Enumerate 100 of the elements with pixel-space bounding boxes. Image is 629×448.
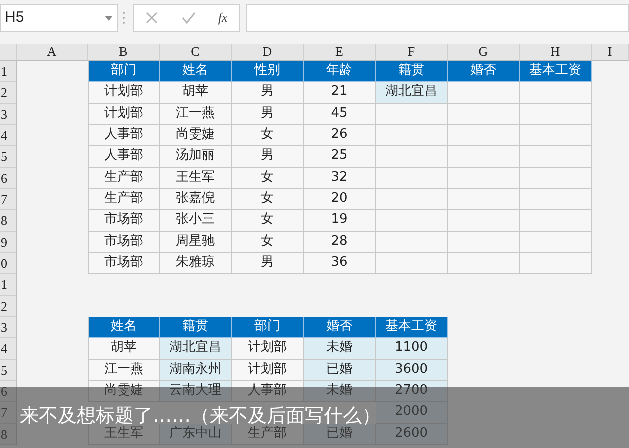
table-cell: 市场部: [88, 210, 160, 232]
table-cell: 湖北宜昌: [376, 82, 448, 104]
table-cell: 3600: [376, 360, 448, 381]
table-cell: 生产部: [88, 188, 160, 210]
table-cell: 计划部: [232, 338, 304, 360]
header-cell: 籍贯: [376, 61, 448, 82]
row-header[interactable]: 5: [0, 360, 17, 381]
table-cell: 尚雯婕: [88, 380, 160, 402]
table-cell: 计划部: [232, 360, 304, 381]
column-header[interactable]: H: [520, 44, 592, 61]
table-cell: 45: [304, 104, 376, 125]
table-cell: 未婚: [304, 380, 376, 402]
table-cell: 2700: [376, 380, 448, 402]
table-cell: 广东中山: [160, 424, 232, 445]
formula-input[interactable]: [246, 4, 629, 32]
header-cell: 部门: [232, 316, 304, 338]
table-cell: 生产部: [232, 424, 304, 445]
table-cell: 湖南永州: [160, 360, 232, 381]
insert-function-button[interactable]: fx: [218, 8, 228, 28]
table-cell: 男: [232, 82, 304, 104]
table-cell: 男: [232, 252, 304, 274]
row-header[interactable]: 5: [0, 146, 17, 168]
table-cell: 男: [232, 104, 304, 125]
table-cell: 张嘉倪: [160, 188, 232, 210]
row-header[interactable]: 3: [0, 104, 17, 125]
row-header[interactable]: 7: [0, 188, 17, 210]
table-cell: 2000: [376, 402, 448, 424]
row-header[interactable]: 1: [0, 274, 17, 296]
header-cell: 性别: [232, 61, 304, 82]
table-cell: 女: [232, 188, 304, 210]
row-header[interactable]: 6: [0, 168, 17, 189]
header-cell: 婚否: [448, 61, 520, 82]
table-cell: 计划部: [88, 82, 160, 104]
table-cell: 王生军: [88, 424, 160, 445]
table-cell: 36: [304, 252, 376, 274]
table-cell: 女: [232, 232, 304, 253]
header-cell: 姓名: [160, 61, 232, 82]
header-cell: 基本工资: [520, 61, 592, 82]
table-cell: 江一燕: [160, 104, 232, 125]
row-header[interactable]: 1: [0, 61, 17, 82]
table-cell: 女: [232, 168, 304, 189]
table-cell: 胡苹: [88, 338, 160, 360]
table-cell: 湖北宜昌: [160, 338, 232, 360]
row-header[interactable]: 0: [0, 252, 17, 274]
table-cell: 云南大理: [160, 380, 232, 402]
table-cell: 市场部: [88, 232, 160, 253]
table-cell: 已婚: [304, 424, 376, 445]
table-cell: 未婚: [304, 338, 376, 360]
column-header[interactable]: D: [232, 44, 304, 61]
column-header[interactable]: B: [88, 44, 160, 61]
table-cell: 1100: [376, 338, 448, 360]
table-cell: 19: [304, 210, 376, 232]
table-cell: 26: [304, 124, 376, 146]
row-header[interactable]: 9: [0, 232, 17, 253]
header-cell: 婚否: [304, 316, 376, 338]
table-cell: 人事部: [232, 380, 304, 402]
name-box[interactable]: H5: [0, 4, 118, 32]
header-cell: 籍贯: [160, 316, 232, 338]
table-cell: 人事部: [88, 124, 160, 146]
table-cell: 女: [232, 210, 304, 232]
table-cell: 25: [304, 146, 376, 168]
row-header[interactable]: 3: [0, 316, 17, 338]
table-cell: 21: [304, 82, 376, 104]
table-cell: 市场部: [88, 252, 160, 274]
table-cell: 计划部: [88, 104, 160, 125]
table-cell: 男: [232, 146, 304, 168]
table-cell: 尚雯婕: [160, 124, 232, 146]
row-header[interactable]: 2: [0, 296, 17, 317]
table-cell: 已婚: [304, 360, 376, 381]
row-header[interactable]: 4: [0, 338, 17, 360]
row-header[interactable]: 4: [0, 124, 17, 146]
table-cell: 江一燕: [88, 360, 160, 381]
table-cell: 女: [232, 124, 304, 146]
column-header[interactable]: C: [160, 44, 232, 61]
check-icon[interactable]: [182, 11, 196, 25]
column-header[interactable]: A: [17, 44, 88, 61]
table-cell: 王生军: [160, 168, 232, 189]
table-cell: 32: [304, 168, 376, 189]
row-header[interactable]: 8: [0, 210, 17, 232]
table-cell: 2600: [376, 424, 448, 445]
table-cell: 张小三: [160, 210, 232, 232]
header-cell: 姓名: [88, 316, 160, 338]
table-cell: 朱雅琼: [160, 252, 232, 274]
table-cell: 生产部: [88, 168, 160, 189]
header-cell: 基本工资: [376, 316, 448, 338]
table-cell: 20: [304, 188, 376, 210]
column-header[interactable]: I: [592, 44, 629, 61]
column-header[interactable]: F: [376, 44, 448, 61]
header-cell: 年龄: [304, 61, 376, 82]
row-header[interactable]: 2: [0, 82, 17, 104]
header-cell: 部门: [88, 61, 160, 82]
table-cell: 28: [304, 232, 376, 253]
table-cell: 胡苹: [160, 82, 232, 104]
table-cell: 周星驰: [160, 232, 232, 253]
cancel-icon[interactable]: [145, 11, 160, 25]
column-header[interactable]: G: [448, 44, 520, 61]
table-cell: 汤加丽: [160, 146, 232, 168]
select-all-corner[interactable]: [0, 44, 17, 61]
column-header[interactable]: E: [304, 44, 376, 61]
table-cell: 人事部: [88, 146, 160, 168]
